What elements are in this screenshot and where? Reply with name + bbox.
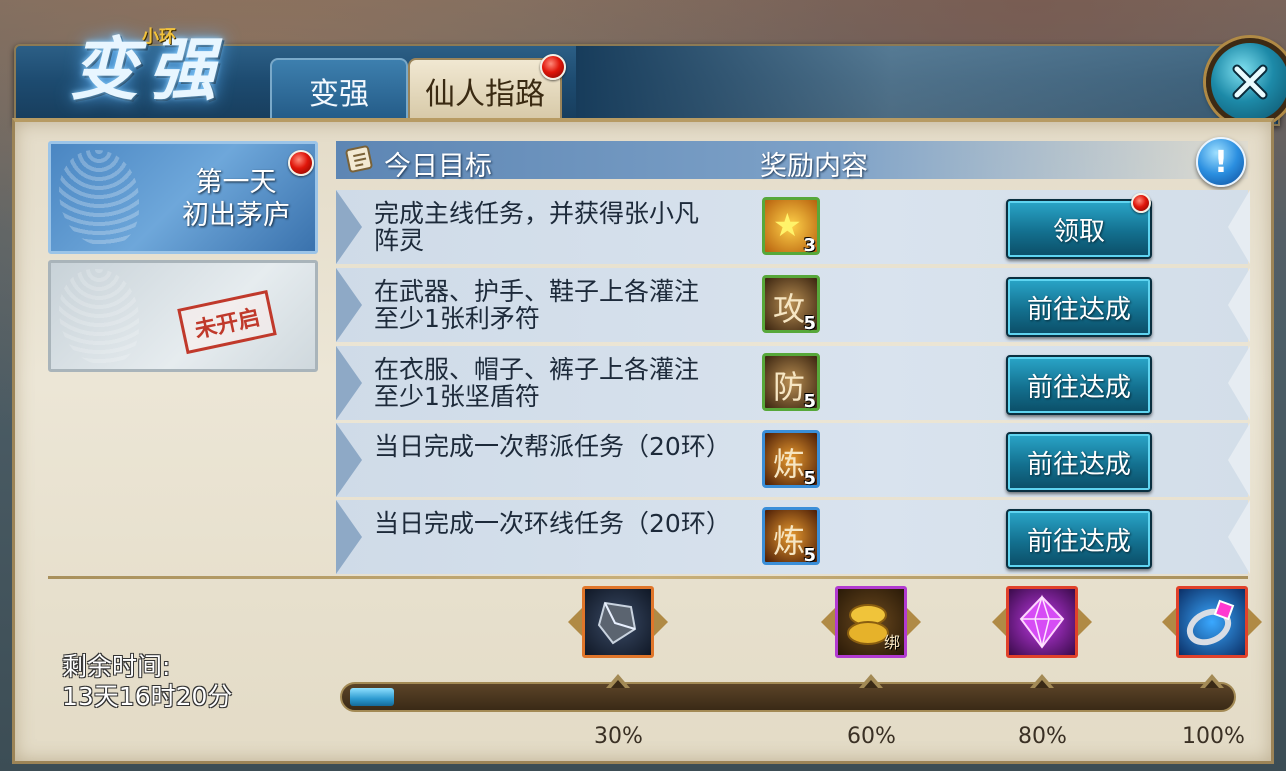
milestone-reward[interactable]: 绑 — [835, 586, 907, 658]
reward-item[interactable]: 防5 — [762, 353, 820, 412]
remaining-time-label: 剩余时间: — [62, 652, 171, 681]
remaining-time: 剩余时间: 13天16时20分 — [62, 652, 232, 712]
row-arrow-decoration — [1228, 423, 1250, 497]
milestone-label: 60% — [847, 724, 896, 749]
task-row: 完成主线任务，并获得张小凡阵灵 ★ 3 领取 — [336, 190, 1250, 264]
milestone-reward[interactable] — [1176, 586, 1248, 658]
row-arrow-decoration — [336, 500, 362, 574]
task-description: 完成主线任务，并获得张小凡阵灵 — [374, 199, 700, 255]
row-arrow-decoration — [1228, 346, 1250, 420]
day-card-1[interactable]: 第一天 初出茅庐 — [48, 141, 318, 254]
claim-notice-dot — [1131, 193, 1151, 213]
reward-count: 5 — [803, 468, 816, 489]
refine-talisman-icon: 炼 — [773, 522, 806, 560]
feather-art — [59, 269, 139, 365]
progress-bar — [340, 682, 1236, 712]
tab-strengthen[interactable]: 变强 — [270, 58, 408, 124]
remaining-time-value: 13天16时20分 — [62, 682, 233, 711]
go-complete-button[interactable]: 前往达成 — [1006, 432, 1152, 492]
row-arrow-decoration — [1228, 268, 1250, 342]
reward-item[interactable]: 炼5 — [762, 430, 820, 489]
close-button[interactable] — [1206, 38, 1286, 126]
task-description: 在衣服、帽子、裤子上各灌注至少1张坚盾符 — [374, 355, 700, 411]
task-description: 在武器、护手、鞋子上各灌注至少1张利矛符 — [374, 277, 700, 333]
tab-notice-dot — [540, 54, 566, 80]
task-description: 当日完成一次环线任务（20环） — [374, 509, 731, 538]
defense-scroll-icon: 防 — [773, 368, 806, 406]
reward-count: 5 — [803, 391, 816, 412]
day-subtitle-line: 初出茅庐 — [182, 200, 290, 231]
row-arrow-decoration — [336, 423, 362, 497]
progress-fill — [350, 688, 394, 706]
day-notice-dot — [288, 150, 314, 176]
reward-column-header: 奖励内容 — [760, 151, 868, 182]
tab-label: 变强 — [309, 77, 369, 112]
locked-stamp: 未开启 — [177, 289, 277, 355]
go-complete-button[interactable]: 前往达成 — [1006, 509, 1152, 569]
go-complete-button[interactable]: 前往达成 — [1006, 355, 1152, 415]
feather-art — [59, 150, 139, 246]
milestone-marker — [859, 672, 883, 688]
section-divider — [48, 576, 1248, 579]
purple-gem-icon — [1019, 594, 1065, 649]
attack-scroll-icon: 攻 — [773, 290, 806, 328]
reward-item[interactable]: 攻5 — [762, 275, 820, 334]
ring-icon — [1186, 599, 1235, 646]
row-arrow-decoration — [1228, 500, 1250, 574]
reward-count: 5 — [803, 313, 816, 334]
claim-button[interactable]: 领取 — [1006, 199, 1152, 259]
row-arrow-decoration — [336, 190, 362, 264]
reward-item[interactable]: 炼5 — [762, 507, 820, 566]
header-scenery — [576, 46, 1276, 124]
reward-item[interactable]: ★ 3 — [762, 197, 820, 256]
bound-label: 绑 — [883, 633, 900, 652]
row-arrow-decoration — [336, 346, 362, 420]
info-icon: ! — [1214, 144, 1228, 180]
milestone-reward[interactable] — [1006, 586, 1078, 658]
logo-subtitle: 小环 — [142, 27, 176, 47]
task-row: 当日完成一次帮派任务（20环） 炼 5 前往达成 — [336, 423, 1250, 497]
reward-count: 3 — [803, 235, 816, 256]
day-1-title: 第一天 初出茅庐 — [161, 166, 311, 232]
tab-label: 仙人指路 — [425, 77, 545, 112]
task-description: 当日完成一次帮派任务（20环） — [374, 432, 731, 461]
tab-immortal-guide[interactable]: 仙人指路 — [408, 58, 562, 124]
task-row: 在衣服、帽子、裤子上各灌注至少1张坚盾符 防 5 前往达成 — [336, 346, 1250, 420]
go-complete-button[interactable]: 前往达成 — [1006, 277, 1152, 337]
close-icon — [1232, 64, 1268, 100]
milestone-reward[interactable] — [582, 586, 654, 658]
row-arrow-decoration — [1228, 190, 1250, 264]
day-card-2[interactable]: 未开启 — [48, 260, 318, 372]
task-row: 当日完成一次环线任务（20环） 炼 5 前往达成 — [336, 500, 1250, 574]
row-arrow-decoration — [336, 268, 362, 342]
milestone-marker — [606, 672, 630, 688]
refine-talisman-icon: 炼 — [773, 445, 806, 483]
scroll-icon — [345, 145, 373, 173]
star-icon: ★ — [773, 206, 802, 244]
table-title: 今日目标 — [384, 151, 492, 182]
milestone-marker — [1030, 672, 1054, 688]
milestone-label: 30% — [594, 724, 643, 749]
crystal-shard-icon — [597, 601, 637, 645]
milestone-label: 100% — [1182, 724, 1245, 749]
task-row: 在武器、护手、鞋子上各灌注至少1张利矛符 攻 5 前往达成 — [336, 268, 1250, 342]
reward-count: 5 — [803, 545, 816, 566]
milestone-marker — [1200, 672, 1224, 688]
milestone-label: 80% — [1018, 724, 1067, 749]
info-button[interactable]: ! — [1196, 137, 1246, 187]
day-title-line: 第一天 — [195, 167, 277, 198]
